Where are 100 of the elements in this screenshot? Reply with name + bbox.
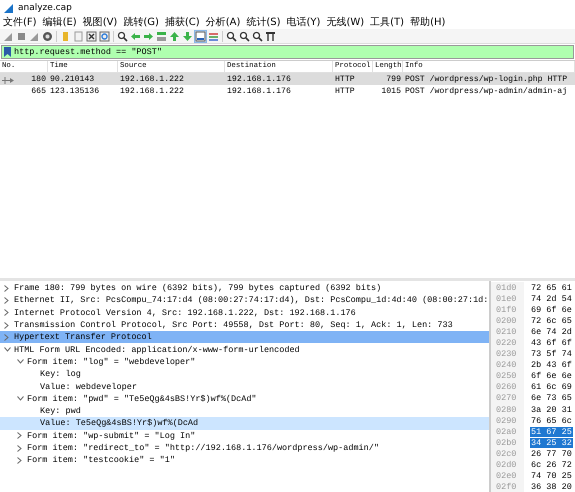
stop-icon[interactable] xyxy=(16,30,27,42)
hex-bytes: 6c 26 72 xyxy=(530,460,573,470)
table-cell: 665 xyxy=(31,86,46,96)
hex-bytes: 74 2d 54 xyxy=(530,294,573,304)
hex-offset: 02d0 xyxy=(491,460,524,471)
menu-item[interactable]: 编辑(E) xyxy=(42,16,77,28)
hex-offset: 02e0 xyxy=(491,470,524,482)
tree-text: Value: Te5eQg&4sBS!Yr$)wf%(DcAd xyxy=(40,418,198,428)
tree-item[interactable]: Value: webdeveloper xyxy=(0,380,489,393)
tree-item[interactable]: Hypertext Transfer Protocol xyxy=(0,331,489,344)
tree-item[interactable]: Transmission Control Protocol, Src Port: 49558, Dst Port: 80, Seq: 1, Ack: 1, Len: 733 xyxy=(0,318,489,332)
hex-bytes: 72 6c 65 xyxy=(530,316,573,326)
hex-offset: 01e0 xyxy=(491,293,524,304)
table-cell: HTTP xyxy=(335,86,355,96)
tree-text: Form item: "log" = "webdeveloper" xyxy=(27,356,196,367)
hex-offset: 0210 xyxy=(491,326,524,338)
tree-text: Hypertext Transfer Protocol xyxy=(14,332,152,342)
menu-item[interactable]: 工具(T) xyxy=(370,16,404,28)
tree-text: Form item: "pwd" = "Te5eQg&4sBS!Yr$)wf%(DcAd" xyxy=(27,394,257,404)
table-cell: POST /wordpress/wp-login.php HTTP xyxy=(405,74,568,84)
collapsed-chevron-icon[interactable] xyxy=(17,444,22,452)
filter-text: http.request.method == "POST" xyxy=(14,47,162,57)
shark-fin-icon xyxy=(3,3,14,13)
table-cell: 90.210143 xyxy=(50,74,94,84)
hex-bytes: 73 5f 74 xyxy=(530,349,573,360)
hex-bytes: 36 38 20 xyxy=(530,482,573,492)
window-title: analyze.cap xyxy=(18,3,72,13)
table-cell: 180 xyxy=(31,74,46,84)
packet-row[interactable]: 665 123.135136 192.168.1.222 192.168.1.176 HTTP 1015 POST /wordpress/wp-admin/admin-aj xyxy=(0,85,575,97)
tree-item[interactable]: Ethernet II, Src: PcsCompu_74:17:d4 (08:00:27:74:17:d4), Dst: PcsCompu_1d:4d:40 (08:00:27:1d: xyxy=(0,294,489,307)
tree-text: Value: webdeveloper xyxy=(40,382,137,392)
tree-item[interactable]: Form item: "redirect_to" = "http://192.168.1.176/wordpress/wp-admin/" xyxy=(0,442,489,454)
table-cell: 192.168.1.176 xyxy=(227,86,291,96)
hex-bytes: 74 70 25 xyxy=(530,471,573,482)
expanded-chevron-icon[interactable] xyxy=(4,347,11,352)
collapsed-chevron-icon[interactable] xyxy=(4,334,9,341)
collapsed-chevron-icon[interactable] xyxy=(17,432,22,440)
tree-item[interactable]: Form item: "testcookie" = "1" xyxy=(0,454,489,466)
tree-item[interactable]: Form item: "log" = "webdeveloper" xyxy=(0,356,489,368)
hex-offset: 02a0 xyxy=(491,426,524,438)
tree-item[interactable]: Form item: "wp-submit" = "Log In" xyxy=(0,430,489,442)
menu-item[interactable]: 文件(F) xyxy=(3,16,37,28)
hex-offset: 0270 xyxy=(491,392,524,404)
hex-bytes: 76 65 6c xyxy=(530,416,573,426)
tree-item[interactable]: Value: Te5eQg&4sBS!Yr$)wf%(DcAd xyxy=(0,417,489,430)
collapsed-chevron-icon[interactable] xyxy=(17,456,22,464)
arrow-icon xyxy=(2,76,14,84)
table-cell: 192.168.1.176 xyxy=(227,74,291,84)
menu-item[interactable]: 电话(Y) xyxy=(286,16,320,28)
table-cell: HTTP xyxy=(335,74,355,84)
hex-offset: 01f0 xyxy=(491,304,524,316)
hex-offset: 0230 xyxy=(491,348,524,360)
menu-item[interactable]: 帮助(H) xyxy=(410,16,446,28)
tree-text: Form item: "redirect_to" = "http://192.168.1.176/wordpress/wp-admin/" xyxy=(27,443,379,453)
collapsed-chevron-icon[interactable] xyxy=(4,322,9,329)
hex-offset: 02c0 xyxy=(491,448,524,460)
tree-item[interactable]: Form item: "pwd" = "Te5eQg&4sBS!Yr$)wf%(DcAd" xyxy=(0,392,489,405)
search-icon[interactable] xyxy=(117,30,128,42)
tree-item[interactable]: Key: pwd xyxy=(0,404,489,418)
tree-text: Form item: "testcookie" = "1" xyxy=(27,455,175,466)
hex-offset: 0240 xyxy=(491,360,524,371)
collapsed-chevron-icon[interactable] xyxy=(4,284,9,292)
packet-row[interactable]: 180 90.210143 192.168.1.222 192.168.1.176 HTTP 799 POST /wordpress/wp-login.php HTTP xyxy=(0,73,575,85)
tree-text: Transmission Control Protocol, Src Port: 49558, Dst Port: 80, Seq: 1, Ack: 1, Len: 733 xyxy=(14,320,453,330)
hex-bytes: 26 77 70 xyxy=(530,448,573,459)
tree-text: HTML Form URL Encoded: application/x-www-form-urlencoded xyxy=(14,344,300,355)
tree-text: Internet Protocol Version 4, Src: 192.168.1.222, Dst: 192.168.1.176 xyxy=(14,308,356,318)
hex-offset: 0290 xyxy=(491,415,524,426)
expanded-chevron-icon[interactable] xyxy=(17,396,24,402)
tree-item[interactable]: Key: log xyxy=(0,368,489,380)
tree-item[interactable]: Frame 180: 799 bytes on wire (6392 bits), 799 bytes captured (6392 bits) xyxy=(0,282,489,294)
table-cell: 799 xyxy=(386,74,401,84)
table-cell: 192.168.1.222 xyxy=(120,74,184,84)
collapsed-chevron-icon[interactable] xyxy=(4,296,9,304)
menu-item[interactable]: 分析(A) xyxy=(206,16,240,28)
expanded-chevron-icon[interactable] xyxy=(17,359,24,364)
hex-bytes: 2b 43 6f xyxy=(530,360,573,370)
tree-item[interactable]: Internet Protocol Version 4, Src: 192.168.1.222, Dst: 192.168.1.176 xyxy=(0,306,489,319)
tree-text: Key: log xyxy=(40,369,81,380)
hex-offset: 0280 xyxy=(491,404,524,416)
menu-item[interactable]: 无线(W) xyxy=(326,16,364,28)
collapsed-chevron-icon[interactable] xyxy=(4,309,9,316)
hex-offset: 0260 xyxy=(491,382,524,393)
table-cell: 192.168.1.222 xyxy=(120,86,184,96)
hex-offset: 01d0 xyxy=(491,282,524,294)
hex-bytes: 51 67 25 xyxy=(530,426,573,437)
bookmark-icon[interactable] xyxy=(4,47,11,57)
hex-bytes: 6e 73 65 xyxy=(530,393,573,404)
display-filter-field[interactable]: http.request.method == "POST" xyxy=(1,45,574,59)
menu-item[interactable]: 跳转(G) xyxy=(123,16,159,28)
close-file-icon[interactable] xyxy=(86,30,97,42)
tree-text: Ethernet II, Src: PcsCompu_74:17:d4 (08:00:27:74:17:d4), Dst: PcsCompu_1d:4d:40 (08:00:27:1d: xyxy=(14,295,488,306)
menu-item[interactable]: 统计(S) xyxy=(246,16,281,28)
table-cell: 1015 xyxy=(381,86,401,96)
hex-offset: 0220 xyxy=(491,337,524,349)
hex-offset: 02b0 xyxy=(491,437,524,448)
menu-item[interactable]: 捕获(C) xyxy=(164,16,200,28)
tree-item[interactable]: HTML Form URL Encoded: application/x-www-form-urlencoded xyxy=(0,343,489,356)
menu-item[interactable]: 视图(V) xyxy=(82,16,118,28)
hex-bytes: 6e 74 2d xyxy=(530,326,573,337)
